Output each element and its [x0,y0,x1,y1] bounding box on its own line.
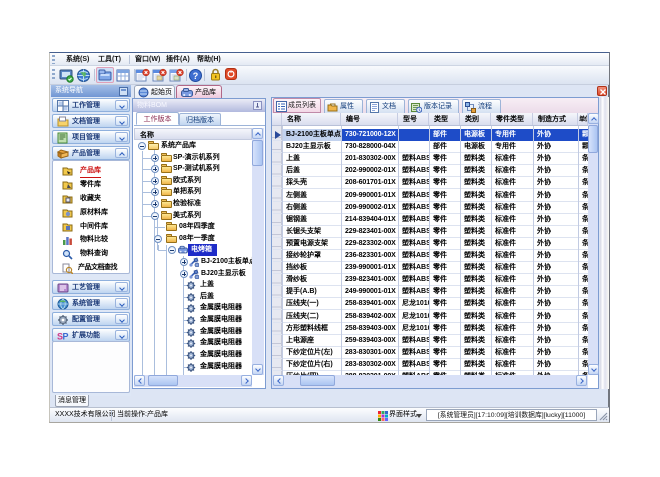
svg-text:?: ? [193,71,199,81]
svg-text:P: P [63,332,69,342]
